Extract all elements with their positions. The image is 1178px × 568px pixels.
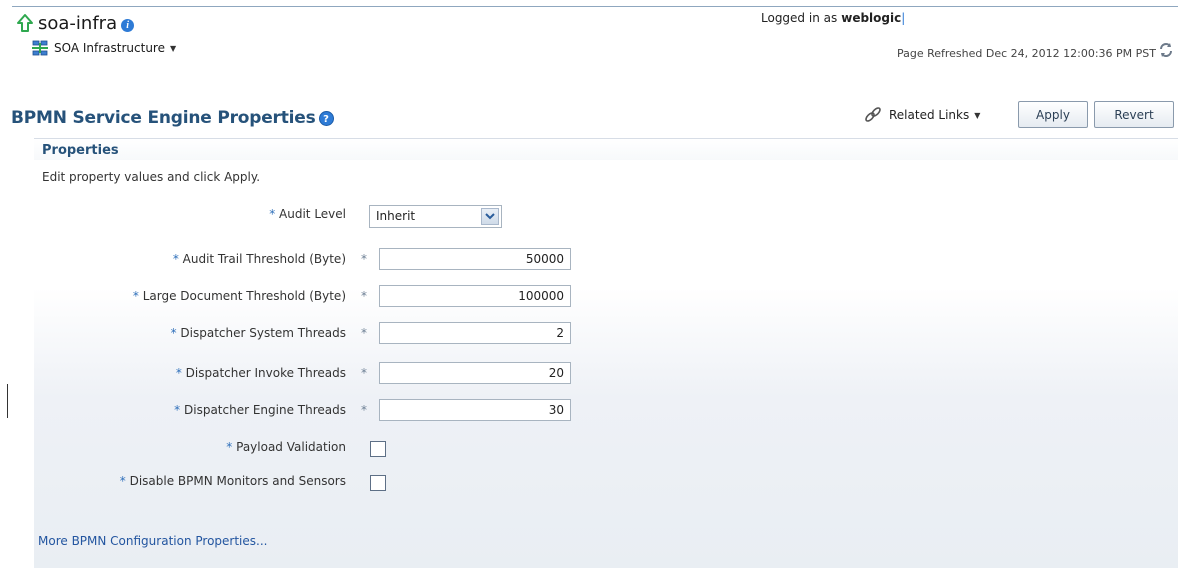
target-title-row: soa-infra i	[16, 12, 176, 34]
audit-trail-threshold-label: * Audit Trail Threshold (Byte)	[173, 252, 346, 266]
target-name: soa-infra	[38, 12, 118, 34]
required-star: *	[174, 403, 181, 417]
payload-validation-label: * Payload Validation	[226, 440, 346, 454]
text-cursor: |	[901, 11, 906, 25]
chain-link-icon	[865, 107, 881, 122]
properties-title: Properties	[42, 143, 119, 158]
audit-trail-threshold-input[interactable]: 50000	[379, 248, 571, 270]
dispatcher-invoke-threads-label: * Dispatcher Invoke Threads	[176, 366, 346, 380]
required-star: *	[119, 474, 126, 488]
required-indicator: *	[361, 252, 367, 266]
dispatcher-system-threads-label-text: Dispatcher System Threads	[180, 326, 346, 340]
audit-level-select[interactable]: Inherit	[369, 205, 502, 228]
text-cursor-edge	[7, 384, 8, 418]
menu-label: SOA Infrastructure	[54, 41, 165, 55]
audit-level-label-text: Audit Level	[279, 207, 346, 221]
dispatcher-system-threads-input[interactable]: 2	[379, 322, 571, 344]
properties-panel-header	[34, 138, 1178, 160]
page-refreshed-text: Page Refreshed Dec 24, 2012 12:00:36 PM …	[896, 47, 1156, 60]
help-icon[interactable]: ?	[318, 110, 334, 126]
chevron-down-icon	[481, 208, 499, 225]
user-name[interactable]: weblogic	[841, 11, 901, 25]
required-star: *	[175, 366, 182, 380]
page-title: BPMN Service Engine Properties	[11, 108, 316, 128]
related-links-menu[interactable]: Related Links ▼	[863, 106, 980, 124]
logged-in-prefix: Logged in as	[761, 11, 838, 25]
required-indicator: *	[361, 366, 367, 380]
payload-validation-checkbox[interactable]	[370, 441, 386, 457]
soa-infrastructure-icon	[32, 40, 48, 56]
dispatcher-engine-threads-label: * Dispatcher Engine Threads	[174, 403, 346, 417]
audit-level-label: * Audit Level	[269, 207, 346, 221]
required-star: *	[170, 326, 177, 340]
page-heading: BPMN Service Engine Properties ?	[11, 108, 334, 128]
required-indicator: *	[361, 326, 367, 340]
audit-level-value: Inherit	[376, 209, 416, 223]
chevron-down-icon: ▼	[974, 110, 981, 120]
disable-monitors-label: * Disable BPMN Monitors and Sensors	[120, 474, 346, 488]
payload-validation-label-text: Payload Validation	[236, 440, 346, 454]
large-document-threshold-label-text: Large Document Threshold (Byte)	[142, 289, 346, 303]
required-star: *	[226, 440, 233, 454]
dispatcher-invoke-threads-input[interactable]: 20	[379, 362, 571, 384]
revert-button[interactable]: Revert	[1094, 101, 1174, 128]
login-status: Logged in as weblogic|	[761, 11, 905, 25]
disable-monitors-label-text: Disable BPMN Monitors and Sensors	[129, 474, 346, 488]
required-star: *	[269, 207, 276, 221]
refresh-icon[interactable]	[1158, 42, 1174, 58]
dispatcher-engine-threads-label-text: Dispatcher Engine Threads	[184, 403, 346, 417]
disable-monitors-checkbox[interactable]	[370, 475, 386, 491]
required-star: *	[132, 289, 139, 303]
required-star: *	[172, 252, 179, 266]
dispatcher-system-threads-label: * Dispatcher System Threads	[171, 326, 346, 340]
dispatcher-invoke-threads-label-text: Dispatcher Invoke Threads	[185, 366, 346, 380]
dispatcher-engine-threads-input[interactable]: 30	[379, 399, 571, 421]
large-document-threshold-label: * Large Document Threshold (Byte)	[133, 289, 346, 303]
soa-infrastructure-menu[interactable]: SOA Infrastructure ▼	[32, 40, 176, 56]
header-divider	[12, 6, 1178, 7]
required-indicator: *	[361, 403, 367, 417]
instructions-text: Edit property values and click Apply.	[42, 170, 261, 184]
apply-button[interactable]: Apply	[1018, 101, 1088, 128]
up-arrow-icon[interactable]	[16, 13, 34, 33]
chevron-down-icon: ▼	[170, 43, 177, 53]
required-indicator: *	[361, 289, 367, 303]
target-header: soa-infra i SOA Infrastructure ▼	[16, 12, 176, 56]
more-configuration-link[interactable]: More BPMN Configuration Properties...	[38, 534, 267, 548]
properties-panel	[34, 138, 1178, 568]
related-links-label: Related Links	[889, 108, 970, 122]
info-icon[interactable]: i	[121, 18, 135, 32]
audit-trail-threshold-label-text: Audit Trail Threshold (Byte)	[182, 252, 346, 266]
large-document-threshold-input[interactable]: 100000	[379, 285, 571, 307]
